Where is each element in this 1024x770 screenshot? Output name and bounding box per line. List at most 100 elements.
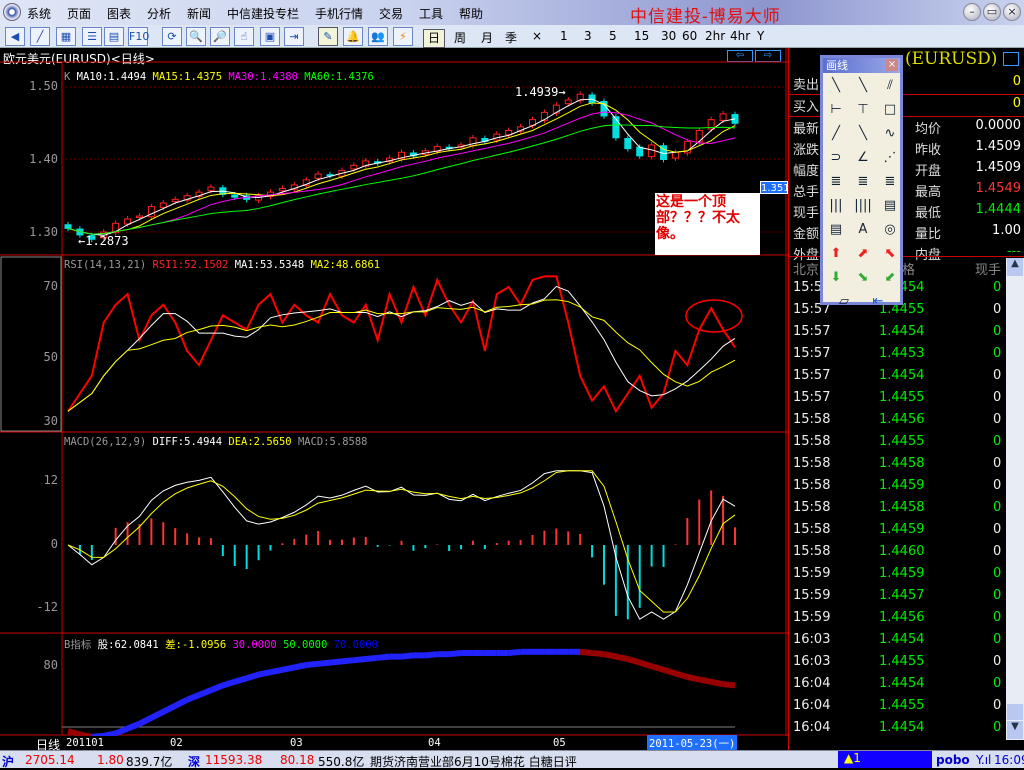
scrollbar-thumb[interactable] <box>1007 704 1023 720</box>
menu-item[interactable]: 分析 <box>147 5 171 22</box>
menu-item[interactable]: 手机行情 <box>315 5 363 22</box>
speed-icon[interactable]: ▤ <box>823 219 849 241</box>
b-segment <box>259 672 271 674</box>
maximize-panel-button[interactable] <box>1003 52 1019 66</box>
drawing-toolbar-title[interactable]: 画线 × <box>823 58 900 73</box>
tick-row: 15:571.44530 <box>793 346 993 368</box>
down-arrow-icon[interactable]: ⬇ <box>823 267 849 289</box>
drawing-toolbar-close-button[interactable]: × <box>886 59 898 71</box>
parallel-icon[interactable]: ⫽ <box>877 75 903 97</box>
app-logo-icon[interactable] <box>3 3 21 21</box>
up-left-arrow-icon[interactable]: ⬉ <box>877 243 903 265</box>
menu-item[interactable]: 图表 <box>107 5 131 22</box>
ray-down-icon[interactable]: ╲ <box>850 123 876 145</box>
period-7[interactable]: 5 <box>609 29 617 43</box>
vertical-line-icon[interactable]: ⊤ <box>850 99 876 121</box>
fib-icon[interactable]: ≣ <box>850 171 876 193</box>
f10-icon[interactable]: F10 <box>128 27 148 46</box>
text-annotation[interactable]: 这是一个顶部？？？不太像。 <box>655 193 760 255</box>
scroll-up-button[interactable]: ▲ <box>1007 258 1023 276</box>
menu-item[interactable]: 交易 <box>379 5 403 22</box>
period-4[interactable]: × <box>532 29 542 43</box>
menu-item[interactable]: 帮助 <box>459 5 483 22</box>
tick-volume: 0 <box>993 390 1001 405</box>
arc-icon[interactable]: ⊃ <box>823 147 849 169</box>
refresh-icon[interactable]: ⟳ <box>162 27 182 46</box>
menu-item[interactable]: 中信建投专栏 <box>227 5 299 22</box>
tick-scrollbar[interactable]: ▲ ▼ <box>1006 258 1024 740</box>
b-indicator-header: B指标 股:62.0841 差:-1.0956 30.0000 50.0000 … <box>64 637 378 652</box>
b-segment <box>604 654 616 656</box>
users-icon[interactable]: 👥 <box>368 27 388 46</box>
cycle-icon[interactable]: ||| <box>823 195 849 217</box>
channel-icon[interactable]: ▤ <box>877 195 903 217</box>
window-icon[interactable]: ▣ <box>260 27 280 46</box>
period-6[interactable]: 3 <box>584 29 592 43</box>
period-11[interactable]: 2hr <box>705 29 725 43</box>
scroll-down-button[interactable]: ▼ <box>1007 721 1023 739</box>
alarm-icon[interactable]: 🔔 <box>343 27 363 46</box>
pointer-icon[interactable]: ☝ <box>234 27 254 46</box>
time-zone-icon[interactable]: |||| <box>850 195 876 217</box>
angle-icon[interactable]: ∠ <box>850 147 876 169</box>
period-10[interactable]: 60 <box>682 29 697 43</box>
b-segment <box>223 682 235 686</box>
period-3[interactable]: 季 <box>505 29 517 46</box>
multi-chart-icon[interactable]: ▦ <box>56 27 76 46</box>
menu-item[interactable]: 页面 <box>67 5 91 22</box>
gann-icon[interactable]: ≣ <box>823 171 849 193</box>
alert-indicator[interactable]: ▲1 <box>838 751 932 768</box>
tick-row: 15:581.44580 <box>793 500 993 522</box>
news-ticker[interactable]: 期货济南营业部6月10号棉花 白糖日评 <box>370 753 577 770</box>
draw-icon[interactable]: ✎ <box>318 27 338 46</box>
tick-price: 1.4456 <box>879 610 925 625</box>
circle-annotation <box>686 300 742 332</box>
period-5[interactable]: 1 <box>560 29 568 43</box>
drawing-toolbar[interactable]: 画线 × ╲╲⫽⊢⊤□╱╲∿⊃∠⋰≣≣≣|||||||▤▤A◎⬆⬈⬉⬇⬊⬋▱⇤ <box>820 55 903 305</box>
quote-label: 量比 <box>915 223 941 242</box>
horizontal-line-icon[interactable]: ⊢ <box>823 99 849 121</box>
delete-all-icon[interactable]: ⇤ <box>865 291 891 313</box>
grid-icon[interactable]: ☰ <box>82 27 102 46</box>
period-1[interactable]: 周 <box>454 29 466 46</box>
rectangle-icon[interactable]: □ <box>877 99 903 121</box>
candle <box>208 187 214 191</box>
menu-item[interactable]: 工具 <box>419 5 443 22</box>
up-arrow-icon[interactable]: ⬆ <box>823 243 849 265</box>
b-segment <box>402 655 414 656</box>
sine-icon[interactable]: ∿ <box>877 123 903 145</box>
down-left-arrow-icon[interactable]: ⬋ <box>877 267 903 289</box>
period-9[interactable]: 30 <box>661 29 676 43</box>
down-right-arrow-icon[interactable]: ⬊ <box>850 267 876 289</box>
period-0[interactable]: 日 <box>423 29 445 48</box>
line-icon[interactable]: ╲ <box>823 75 849 97</box>
text-icon[interactable]: A <box>850 219 876 241</box>
up-right-arrow-icon[interactable]: ⬈ <box>850 243 876 265</box>
period-13[interactable]: Y <box>757 29 764 43</box>
restore-button[interactable]: ▭ <box>983 3 1001 21</box>
export-icon[interactable]: ⇥ <box>284 27 304 46</box>
period-2[interactable]: 月 <box>481 29 493 46</box>
back-icon[interactable]: ◀ <box>5 27 25 46</box>
menu-item[interactable]: 新闻 <box>187 5 211 22</box>
zoom-in-icon[interactable]: 🔍 <box>186 27 206 46</box>
close-button[interactable]: × <box>1003 3 1021 21</box>
report-icon[interactable]: ▤ <box>104 27 124 46</box>
chart-canvas[interactable] <box>0 48 788 736</box>
gann-circle-icon[interactable]: ◎ <box>877 219 903 241</box>
period-12[interactable]: 4hr <box>730 29 750 43</box>
ray-up-icon[interactable]: ╱ <box>823 123 849 145</box>
segment-icon[interactable]: ╲ <box>850 75 876 97</box>
line-chart-icon[interactable]: ╱ <box>30 27 50 46</box>
b-segment <box>294 665 306 667</box>
flash-icon[interactable]: ⚡ <box>393 27 413 46</box>
menu-item[interactable]: 系统 <box>27 5 51 22</box>
minimize-button[interactable]: – <box>963 3 981 21</box>
period-8[interactable]: 15 <box>634 29 649 43</box>
b-segment <box>378 657 390 658</box>
fib-ext-icon[interactable]: ≣ <box>877 171 903 193</box>
chart-area[interactable]: 欧元美元(EURUSD)<日线> ⇦ ⇨ K MA10:1.4494 MA15:… <box>0 48 788 750</box>
eraser-icon[interactable]: ▱ <box>831 291 857 313</box>
fan-icon[interactable]: ⋰ <box>877 147 903 169</box>
zoom-out-icon[interactable]: 🔎 <box>210 27 230 46</box>
